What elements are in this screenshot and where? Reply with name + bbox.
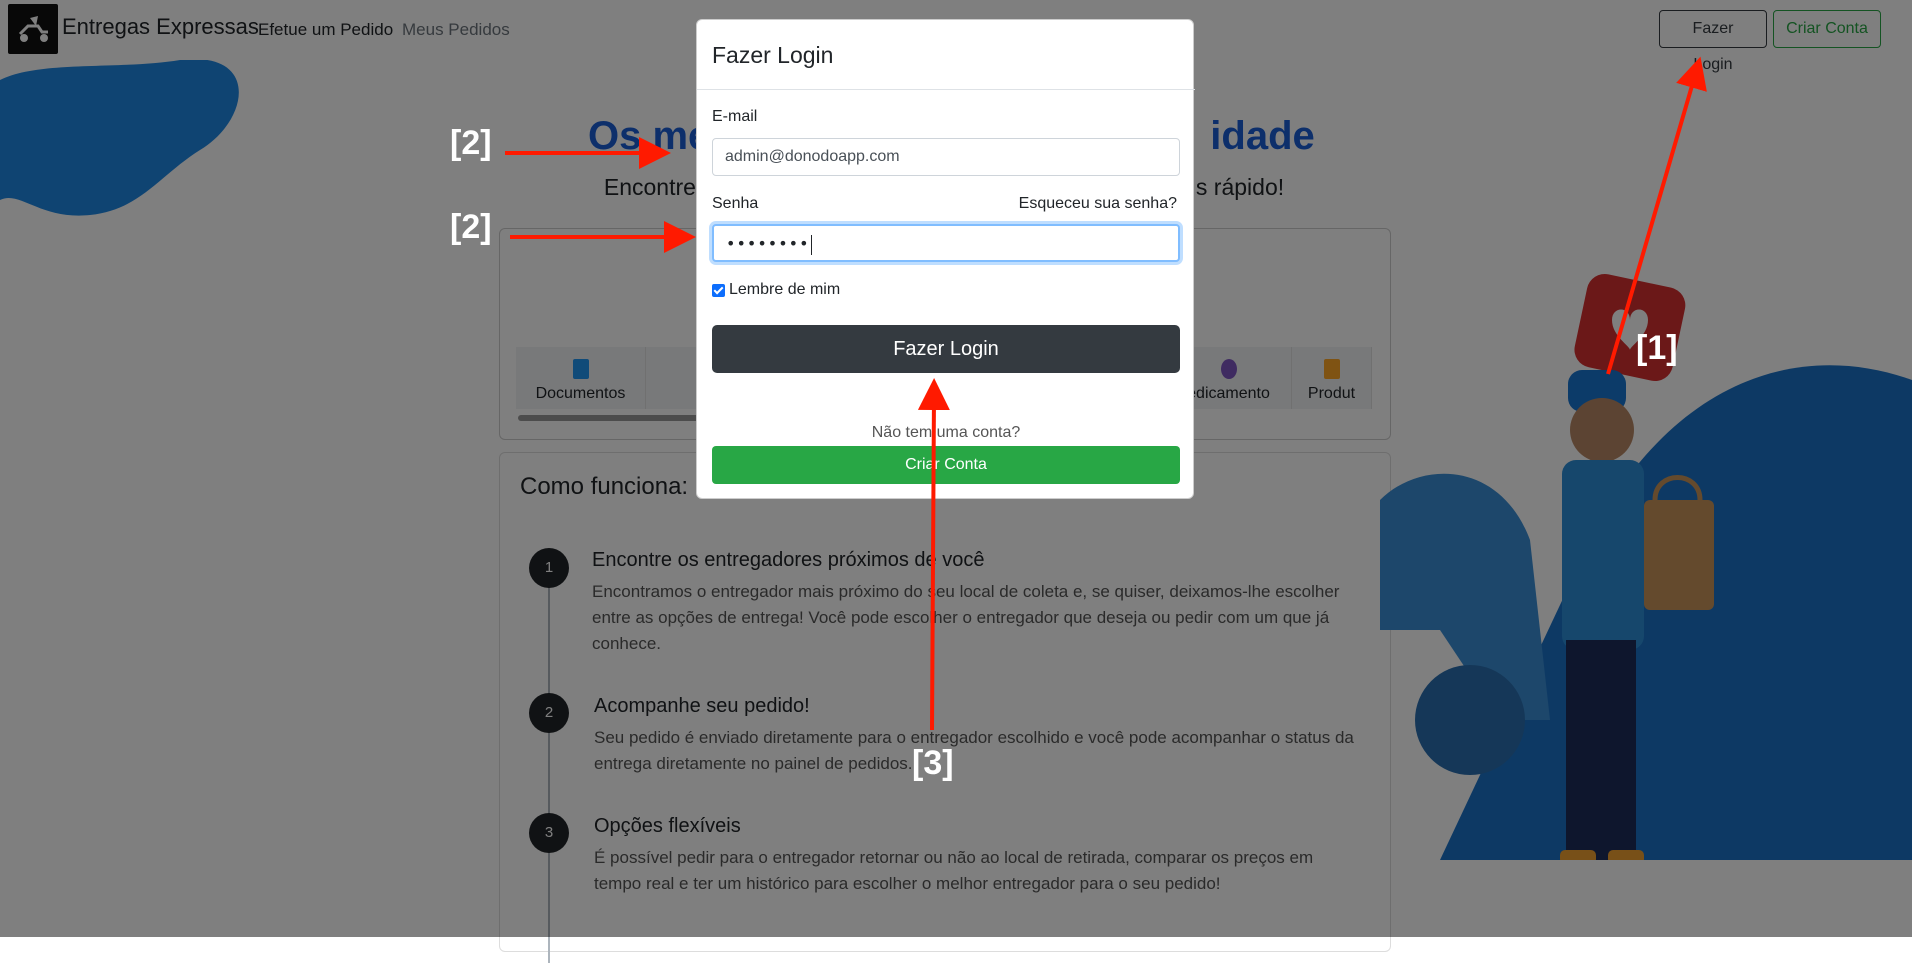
text-caret (810, 234, 812, 255)
modal-signup-button[interactable]: Criar Conta (712, 446, 1180, 484)
no-account-text: Não tem uma conta? (871, 424, 1021, 441)
modal-header: Fazer Login (697, 20, 1195, 90)
annotation-marker-1: [1] (1636, 329, 1678, 367)
password-field[interactable]: •••••••• (712, 224, 1180, 262)
remember-me[interactable]: Lembre de mim (712, 281, 840, 299)
email-field[interactable]: admin@donodoapp.com (712, 138, 1180, 176)
email-label: E-mail (712, 108, 758, 125)
remember-me-checkbox[interactable] (712, 283, 725, 297)
annotation-marker-2a: [2] (450, 124, 492, 162)
password-value: •••••••• (726, 234, 810, 253)
login-modal: Fazer Login E-mail admin@donodoapp.com S… (696, 19, 1195, 499)
password-label: Senha (712, 195, 759, 212)
modal-title: Fazer Login (712, 42, 834, 68)
login-submit-button[interactable]: Fazer Login (712, 325, 1180, 373)
forgot-password-link[interactable]: Esqueceu sua senha? (1019, 195, 1177, 213)
remember-me-label: Lembre de mim (729, 281, 841, 298)
annotation-marker-3: [3] (912, 744, 954, 782)
annotation-marker-2b: [2] (450, 208, 492, 246)
